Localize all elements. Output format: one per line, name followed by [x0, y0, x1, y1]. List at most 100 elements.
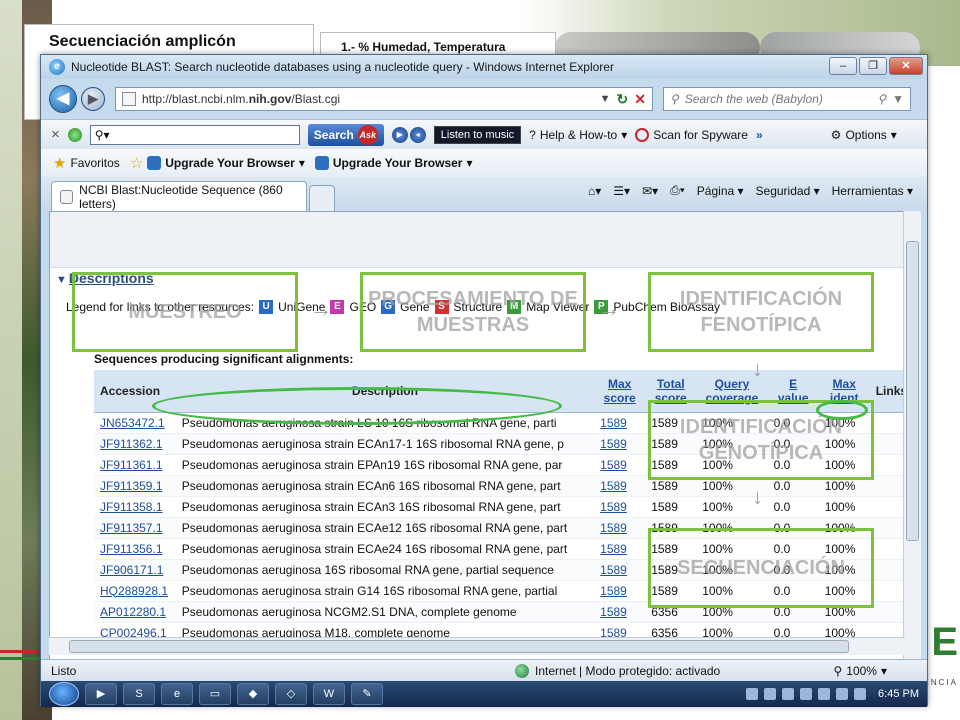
e-value: 0.0	[767, 496, 819, 518]
windows-taskbar: ▶ S e ▭ ◆ ◇ W ✎ 6:45 PM	[41, 681, 927, 707]
browser-window: e Nucleotide BLAST: Search nucleotide da…	[40, 54, 928, 707]
close-button[interactable]: ✕	[889, 57, 923, 75]
app2-taskbar-icon[interactable]: ◇	[275, 683, 307, 705]
scroll-thumb[interactable]	[69, 640, 849, 653]
media-player-taskbar-icon[interactable]: ▶	[85, 683, 117, 705]
max-score-link[interactable]: 1589	[594, 454, 646, 476]
links-cell	[869, 454, 904, 476]
tool-taskbar-icon[interactable]: ✎	[351, 683, 383, 705]
favorites-bar: ★ Favoritos ☆ Upgrade Your Browser ▾ Upgrad…	[41, 149, 927, 177]
tray-icon[interactable]	[764, 688, 777, 700]
crosshair-icon	[635, 127, 650, 142]
row-description: Pseudomonas aeruginosa strain ECAe24 16S…	[175, 538, 595, 560]
max-score-link[interactable]: 1589	[594, 601, 646, 623]
web-search-box[interactable]: ⚲ Search the web (Babylon) ⚲ ▼	[663, 87, 911, 111]
listen-music-button[interactable]: Listen to music	[433, 125, 522, 144]
search-go-icon[interactable]: ⚲	[877, 92, 886, 106]
accession-link[interactable]: JN653472.1	[94, 412, 176, 434]
max-score-link[interactable]: 1589	[594, 580, 646, 602]
tray-icon[interactable]	[836, 688, 849, 700]
max-score-link[interactable]: 1589	[594, 412, 646, 434]
row-description: Pseudomonas aeruginosa strain ECAn17-1 1…	[175, 433, 595, 455]
slide-accent-lines	[0, 650, 40, 660]
links-cell	[869, 412, 904, 434]
zoom-control[interactable]: ⚲ 100% ▾	[833, 664, 887, 678]
help-menu[interactable]: ? Help & How-to ▾	[529, 128, 627, 142]
address-bar[interactable]: http://blast.ncbi.nlm.nih.gov/Blast.cgi …	[115, 87, 653, 111]
volume-tray-icon[interactable]	[800, 688, 813, 700]
page-menu[interactable]: Página ▾	[697, 184, 744, 198]
accession-link[interactable]: JF911361.1	[94, 454, 176, 476]
system-tray: 6:45 PM	[746, 681, 919, 707]
search-dropdown-icon[interactable]: ▼	[892, 92, 904, 106]
forward-button[interactable]: ▶	[81, 87, 105, 111]
accession-link[interactable]: JF911362.1	[94, 433, 176, 455]
app-taskbar-icon[interactable]: ◆	[237, 683, 269, 705]
links-cell	[869, 559, 904, 581]
folder-taskbar-icon[interactable]: ▭	[199, 683, 231, 705]
ask-search-button[interactable]: Search Ask	[307, 123, 384, 146]
max-score-link[interactable]: 1589	[594, 559, 646, 581]
network-tray-icon[interactable]	[818, 688, 831, 700]
tools-menu[interactable]: Herramientas ▾	[832, 184, 913, 198]
tray-icon[interactable]	[854, 688, 867, 700]
title-bar[interactable]: e Nucleotide BLAST: Search nucleotide da…	[41, 55, 927, 79]
toolbar-close-icon[interactable]: ×	[51, 126, 60, 143]
scroll-thumb[interactable]	[906, 241, 919, 541]
mail-icon[interactable]: ✉▾	[642, 184, 658, 198]
accession-link[interactable]: JF911359.1	[94, 475, 176, 497]
accession-link[interactable]: JF911358.1	[94, 496, 176, 518]
print-icon[interactable]: ⎙▾	[670, 183, 685, 198]
play-icon[interactable]: ▶	[391, 126, 408, 143]
start-button[interactable]	[49, 682, 79, 706]
links-cell	[869, 475, 904, 497]
ask-toolbar: × ⚲▾ Search Ask ▶ ◂ Listen to music ? Hel…	[41, 119, 927, 149]
back-button[interactable]: ◀	[49, 85, 77, 113]
max-score-link[interactable]: 1589	[594, 496, 646, 518]
search-icon: ⚲▾	[94, 127, 110, 142]
accession-link[interactable]: AP012280.1	[94, 601, 176, 623]
accession-link[interactable]: JF911356.1	[94, 538, 176, 560]
more-chevron-icon[interactable]: »	[756, 128, 763, 142]
volume-icon[interactable]: ◂	[409, 126, 426, 143]
tab-ncbi-blast[interactable]: NCBI Blast:Nucleotide Sequence (860 lett…	[51, 181, 307, 211]
maximize-button[interactable]: ❐	[859, 57, 887, 75]
skype-taskbar-icon[interactable]: S	[123, 683, 155, 705]
max-score-link[interactable]: 1589	[594, 433, 646, 455]
upgrade-browser-link-1[interactable]: ☆ Upgrade Your Browser ▾	[130, 154, 305, 172]
taskbar-clock[interactable]: 6:45 PM	[878, 688, 919, 700]
arrow-right-icon: →	[310, 296, 332, 321]
address-dropdown-icon[interactable]: ▼	[600, 93, 611, 105]
window-controls: – ❐ ✕	[829, 57, 923, 75]
accession-link[interactable]: JF911357.1	[94, 517, 176, 539]
security-menu[interactable]: Seguridad ▾	[756, 184, 820, 198]
ask-search-input[interactable]: ⚲▾	[89, 124, 300, 145]
security-zone[interactable]: Internet | Modo protegido: activado	[515, 663, 720, 678]
feeds-icon[interactable]: ☰▾	[613, 184, 630, 198]
geo-icon: E	[330, 300, 345, 314]
row-description: Pseudomonas aeruginosa 16S ribosomal RNA…	[175, 559, 595, 581]
refresh-button[interactable]: ↻	[617, 91, 629, 108]
accession-link[interactable]: HQ288928.1	[94, 580, 176, 602]
stop-button[interactable]: ✕	[634, 91, 646, 108]
favorites-button[interactable]: ★ Favoritos	[53, 154, 120, 172]
minimize-button[interactable]: –	[829, 57, 857, 75]
tray-icon[interactable]	[746, 688, 759, 700]
options-menu[interactable]: ⚙ Options ▾	[831, 128, 897, 142]
scan-spyware-button[interactable]: Scan for Spyware	[635, 127, 748, 142]
max-score-link[interactable]: 1589	[594, 538, 646, 560]
accession-link[interactable]: JF906171.1	[94, 559, 176, 581]
max-ident: 100%	[818, 496, 870, 518]
word-taskbar-icon[interactable]: W	[313, 683, 345, 705]
col-max-score[interactable]: Max score	[594, 370, 646, 413]
max-score-link[interactable]: 1589	[594, 475, 646, 497]
tray-icon[interactable]	[782, 688, 795, 700]
vertical-scrollbar[interactable]	[903, 211, 921, 661]
horizontal-scrollbar[interactable]	[49, 637, 905, 655]
home-icon[interactable]: ⌂▾	[588, 184, 601, 198]
new-tab-button[interactable]	[309, 185, 335, 211]
upgrade-browser-link-2[interactable]: Upgrade Your Browser ▾	[314, 156, 473, 170]
ask-search-label: Search	[313, 127, 354, 142]
max-score-link[interactable]: 1589	[594, 517, 646, 539]
ie-taskbar-icon[interactable]: e	[161, 683, 193, 705]
